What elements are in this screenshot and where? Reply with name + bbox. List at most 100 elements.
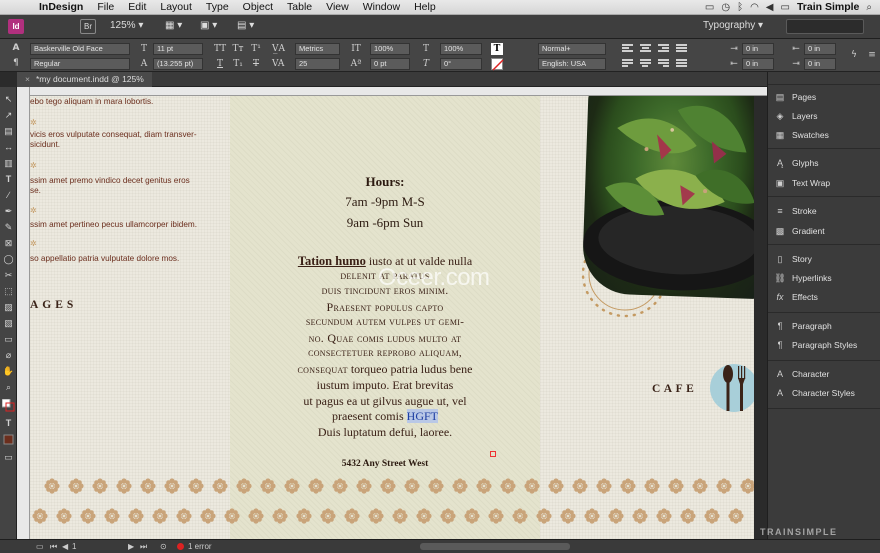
hand-tool-icon[interactable]: ✋ (2, 365, 15, 378)
line-tool-icon[interactable]: ∕ (2, 189, 15, 202)
body-line-7[interactable]: consectetuer reprobo aliquam, (230, 347, 540, 359)
page-tool-icon[interactable]: ▤ (2, 125, 15, 138)
justify-center-icon[interactable] (640, 59, 651, 69)
justify-right-icon[interactable] (658, 59, 669, 69)
panel-hyperlinks[interactable]: ⛓ Hyperlinks (774, 271, 831, 285)
next-page-icon[interactable]: ▶ (128, 542, 134, 552)
panel-stroke[interactable]: ≡ Stroke (774, 204, 816, 218)
address-text[interactable]: 5432 Any Street West (230, 459, 540, 469)
strikethrough-icon[interactable]: T (250, 58, 262, 70)
skew-field[interactable]: 0° (440, 58, 482, 70)
selection-tool-icon[interactable]: ↖ (2, 93, 15, 106)
subscript-icon[interactable]: T₁ (232, 58, 244, 70)
left-indent-field[interactable]: 0 in (742, 43, 774, 55)
panel-character[interactable]: A Character (774, 367, 829, 381)
align-left-icon[interactable] (622, 44, 633, 54)
close-icon[interactable]: × (25, 74, 30, 84)
document-tab[interactable]: × *my document.indd @ 125% (17, 72, 152, 87)
view-options-icon[interactable]: ▦ ▾ (165, 20, 185, 34)
all-caps-icon[interactable]: TT (214, 43, 226, 55)
body-line-8[interactable]: consequat torqueo patria ludus bene (230, 362, 540, 377)
gradient-swatch-tool-icon[interactable]: ▨ (2, 301, 15, 314)
horizontal-ruler[interactable] (17, 87, 767, 96)
panel-text-wrap[interactable]: ▣ Text Wrap (774, 176, 830, 190)
menu-view[interactable]: View (319, 1, 356, 13)
bridge-icon[interactable]: Br (80, 19, 96, 34)
body-line-5[interactable]: secundum autem vulpes ut gemi- (230, 316, 540, 328)
menu-window[interactable]: Window (356, 1, 407, 13)
text-frame-out-port-icon[interactable] (490, 451, 496, 457)
body-line-6[interactable]: no. Quae comis ludus multo at (230, 331, 540, 346)
gradient-feather-tool-icon[interactable]: ▧ (2, 317, 15, 330)
help-search-input[interactable] (786, 19, 864, 34)
screen-icon[interactable]: ▭ (705, 2, 714, 13)
text-fill-icon[interactable]: T (491, 43, 503, 55)
screen-mode-normal-icon[interactable]: ▭ (2, 451, 15, 464)
right-indent-field[interactable]: 0 in (804, 43, 836, 55)
kerning-field[interactable]: Metrics (295, 43, 340, 55)
last-line-indent-field[interactable]: 0 in (804, 58, 836, 70)
time-machine-icon[interactable]: ◷ (721, 2, 730, 13)
panel-character-styles[interactable]: A Character Styles (774, 386, 855, 400)
font-family-field[interactable]: Baskerville Old Face (30, 43, 130, 55)
formatting-affects-text-icon[interactable]: T (2, 417, 15, 430)
panel-story[interactable]: ▯ Story (774, 252, 812, 266)
pen-tool-icon[interactable]: ✒ (2, 205, 15, 218)
body-line-12[interactable]: Duis luptatum defui, laoree. (230, 425, 540, 440)
preflight-profile-icon[interactable]: ⊙ (160, 542, 167, 552)
underline-icon[interactable]: T (214, 58, 226, 70)
paragraph-formatting-icon[interactable]: ¶ (10, 57, 22, 69)
apply-color-icon[interactable] (2, 433, 15, 446)
menu-app-indesign[interactable]: InDesign (32, 1, 90, 13)
previous-page-icon[interactable]: ◀ (62, 542, 68, 552)
screen-mode-icon[interactable]: ▣ ▾ (200, 20, 220, 34)
panel-paragraph-styles[interactable]: ¶ Paragraph Styles (774, 338, 858, 352)
superscript-icon[interactable]: T¹ (250, 43, 262, 55)
body-line-4[interactable]: Praesent populus capto (230, 300, 540, 315)
baseline-shift-field[interactable]: 0 pt (370, 58, 410, 70)
justify-all-icon[interactable] (676, 59, 687, 69)
preflight-errors[interactable]: 1 error (188, 542, 212, 552)
panel-menu-icon[interactable]: ≡ (866, 49, 878, 61)
menu-file[interactable]: File (90, 1, 121, 13)
body-line-11[interactable]: praesent comis HGFT (230, 409, 540, 424)
horizontal-scrollbar[interactable] (420, 543, 570, 550)
body-line-9[interactable]: iustum imputo. Erat brevitas (230, 378, 540, 393)
panel-layers[interactable]: ◈ Layers (774, 109, 818, 123)
vertical-ruler[interactable] (17, 87, 30, 539)
volume-icon[interactable]: ◀ (766, 2, 774, 13)
bluetooth-icon[interactable]: ᛒ (737, 2, 743, 13)
page-number-field[interactable]: 1 (72, 542, 76, 552)
panel-gradient[interactable]: ▩ Gradient (774, 224, 825, 238)
rectangle-frame-tool-icon[interactable]: ⊠ (2, 237, 15, 250)
direct-selection-tool-icon[interactable]: ↗ (2, 109, 15, 122)
panel-swatches[interactable]: ▦ Swatches (774, 128, 829, 142)
zoom-dropdown[interactable]: 125% ▾ (110, 20, 150, 34)
user-name[interactable]: Train Simple (797, 1, 859, 13)
text-stroke-icon[interactable] (491, 58, 504, 71)
ellipse-tool-icon[interactable]: ◯ (2, 253, 15, 266)
menu-edit[interactable]: Edit (121, 1, 153, 13)
note-tool-icon[interactable]: ▭ (2, 333, 15, 346)
first-page-icon[interactable]: ⏮ (50, 542, 57, 552)
panel-glyphs[interactable]: Ą Glyphs (774, 156, 818, 170)
content-collector-icon[interactable]: ▥ (2, 157, 15, 170)
menu-table[interactable]: Table (280, 1, 319, 13)
workspace-switcher[interactable]: Typography ▾ (703, 20, 775, 34)
language-field[interactable]: English: USA (538, 58, 606, 70)
panel-paragraph[interactable]: ¶ Paragraph (774, 319, 832, 333)
gap-tool-icon[interactable]: ↔ (2, 141, 15, 154)
preview-mode-icon[interactable]: ▭ (36, 542, 44, 552)
scissors-tool-icon[interactable]: ✂ (2, 269, 15, 282)
leading-field[interactable]: (13.255 pt) (153, 58, 203, 70)
align-towards-spine-icon[interactable] (676, 44, 687, 54)
selected-text[interactable]: HGFT (406, 409, 438, 423)
type-tool-icon[interactable]: T (2, 173, 15, 186)
justify-left-icon[interactable] (622, 59, 633, 69)
align-center-icon[interactable] (640, 44, 651, 54)
spotlight-icon[interactable]: ⌕ (866, 2, 872, 13)
free-transform-tool-icon[interactable]: ⬚ (2, 285, 15, 298)
zoom-tool-icon[interactable]: ⌕ (2, 381, 15, 394)
align-right-icon[interactable] (658, 44, 669, 54)
last-page-icon[interactable]: ⏭ (140, 542, 147, 552)
